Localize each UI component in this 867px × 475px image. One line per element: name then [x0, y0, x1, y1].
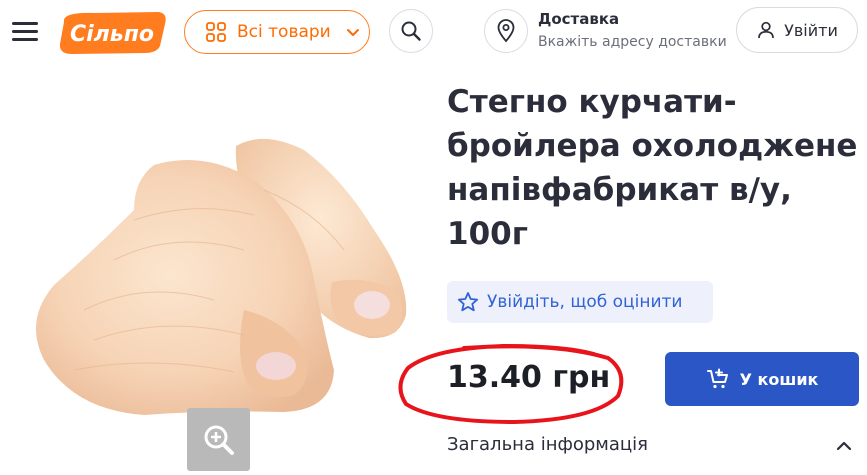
- chevron-up-icon[interactable]: [834, 436, 854, 456]
- catalog-button[interactable]: Всі товари: [184, 10, 370, 54]
- logo-text: Сільпо: [70, 22, 154, 47]
- silpo-logo[interactable]: Сільпо: [54, 8, 170, 56]
- product-image: [36, 138, 407, 415]
- zoom-in-icon: [204, 425, 234, 455]
- cart-plus-icon: [706, 368, 728, 389]
- catalog-label: Всі товари: [237, 22, 331, 42]
- add-to-cart-button[interactable]: У кошик: [665, 352, 859, 406]
- menu-icon[interactable]: [12, 21, 38, 43]
- login-button[interactable]: Увійти: [736, 7, 858, 53]
- zoom-button[interactable]: [187, 408, 250, 471]
- user-icon: [758, 21, 774, 39]
- rating-login-button[interactable]: Увійдіть, щоб оцінити: [447, 281, 713, 323]
- price-annotation-circle: [398, 343, 624, 425]
- rating-prompt: Увійдіть, щоб оцінити: [487, 292, 683, 312]
- grid-icon: [206, 22, 226, 42]
- delivery-address-prompt[interactable]: Вкажіть адресу доставки: [538, 34, 727, 50]
- search-button[interactable]: [389, 9, 433, 53]
- add-to-cart-label: У кошик: [739, 369, 819, 389]
- chevron-down-icon: [346, 29, 359, 36]
- star-icon: [457, 292, 479, 312]
- login-label: Увійти: [784, 20, 838, 40]
- delivery-location-button[interactable]: [484, 9, 528, 53]
- delivery-title[interactable]: Доставка: [538, 10, 619, 28]
- search-icon: [401, 21, 421, 41]
- general-info-heading[interactable]: Загальна інформація: [447, 434, 648, 455]
- location-pin-icon: [497, 19, 515, 43]
- product-title: Стегно курчати-бройлера охолоджене напів…: [447, 84, 858, 252]
